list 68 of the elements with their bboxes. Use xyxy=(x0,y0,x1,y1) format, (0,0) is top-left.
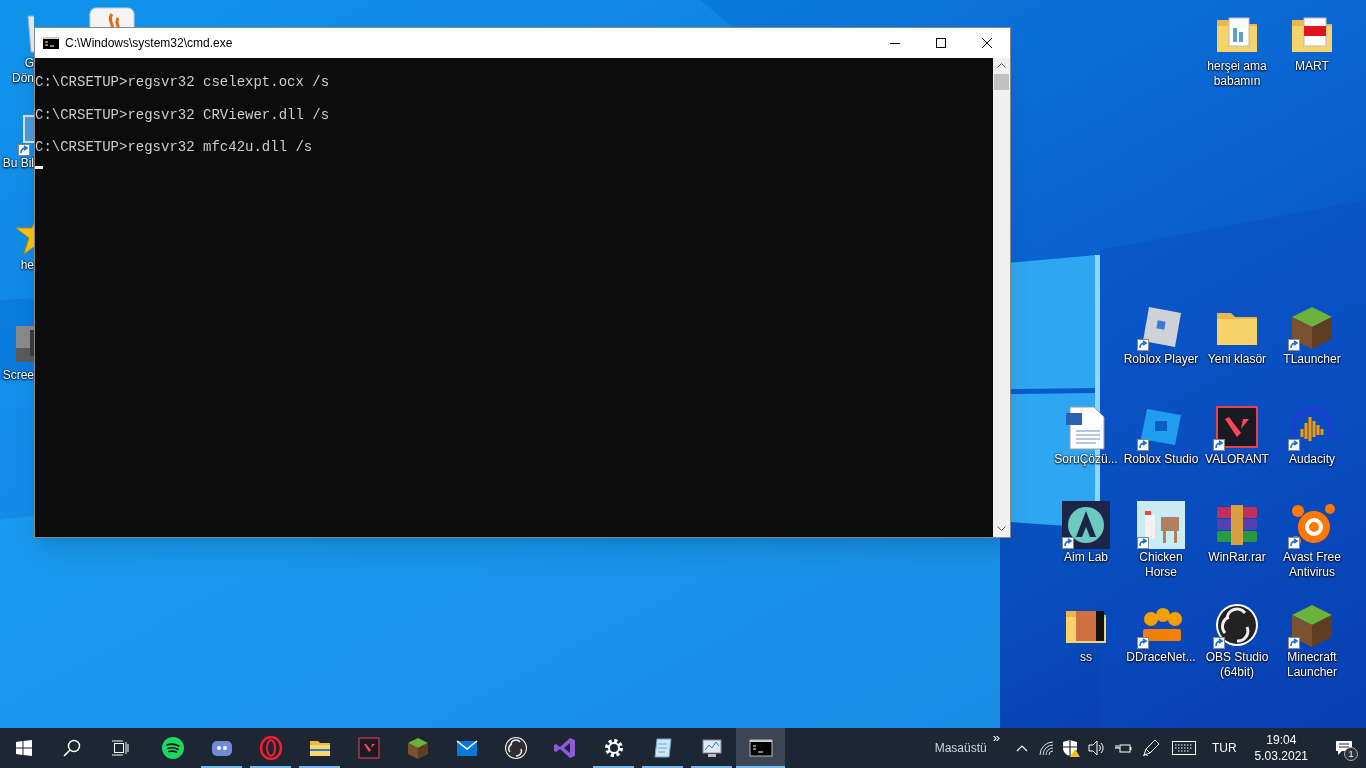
task-view-icon xyxy=(111,740,129,756)
icon-label: herşei ama babamın xyxy=(1206,59,1268,89)
v-logo-icon[interactable] xyxy=(1213,403,1261,451)
notification-button[interactable]: 1 xyxy=(1322,728,1366,768)
running-indicator xyxy=(736,766,785,768)
icon-label: Roblox Studio xyxy=(1123,452,1199,467)
ring-icon xyxy=(258,736,283,760)
icon-label: Chicken Horse xyxy=(1138,550,1184,580)
close-icon xyxy=(982,38,992,48)
language-indicator[interactable]: TUR xyxy=(1211,739,1237,757)
console-icon xyxy=(43,37,59,49)
three-swirl-circle-icon[interactable] xyxy=(1213,601,1261,649)
keyboard-icon[interactable] xyxy=(1171,741,1196,755)
scroll-down-icon[interactable] xyxy=(997,526,1006,532)
icon-label: VALORANT xyxy=(1204,452,1270,467)
circle-arcs-icon xyxy=(160,736,185,760)
app-icon[interactable] xyxy=(88,6,136,27)
toolbar-more[interactable]: » xyxy=(992,728,1000,748)
speaker-icon[interactable] xyxy=(1087,740,1106,756)
pen-icon[interactable] xyxy=(1141,739,1160,757)
icon-label: Aim Lab xyxy=(1063,550,1109,565)
icon-label: OBS Studio (64bit) xyxy=(1204,650,1270,680)
running-indicator xyxy=(593,766,634,768)
icon-label: SoruÇözü... xyxy=(1053,452,1119,467)
window-title: C:\Windows\system32\cmd.exe xyxy=(65,35,234,52)
v-logo-icon xyxy=(356,736,381,760)
chicken-horse-icon[interactable] xyxy=(1137,501,1185,549)
ribbon-icon xyxy=(552,736,577,760)
triangle-logo-icon[interactable] xyxy=(1062,501,1110,549)
icon-label: Audacity xyxy=(1288,452,1336,467)
scrollbar[interactable] xyxy=(993,58,1010,537)
taskbar-app[interactable] xyxy=(736,728,785,768)
scroll-up-icon[interactable] xyxy=(997,62,1006,68)
shield-warning-icon[interactable] xyxy=(1061,739,1080,757)
console-line: C:\CRSETUP>regsvr32 cselexpt.ocx /s xyxy=(35,74,330,91)
icon-label: Bu Bil xyxy=(2,156,34,171)
icon-label: Roblox Player xyxy=(1123,352,1199,367)
scroll-thumb[interactable] xyxy=(994,74,1009,90)
icon-label: Minecraft Launcher xyxy=(1285,650,1338,680)
icon-label: G Dön xyxy=(12,56,34,86)
monitor-chart-icon xyxy=(699,736,724,760)
clock[interactable]: 19:04 5.03.2021 xyxy=(1246,732,1316,764)
running-indicator xyxy=(642,766,683,768)
running-indicator xyxy=(299,766,340,768)
icon-label: TLauncher xyxy=(1282,352,1342,367)
icon-label: DDraceNet... xyxy=(1125,650,1197,665)
console-icon xyxy=(748,736,773,760)
icon-label: MART xyxy=(1294,59,1330,74)
icon-label: Yeni klasör xyxy=(1206,352,1268,367)
icon-label: he xyxy=(20,258,34,273)
running-indicator xyxy=(691,766,732,768)
running-indicator xyxy=(250,766,291,768)
three-swirl-circle-icon xyxy=(503,736,528,760)
icon-label: Scree xyxy=(2,368,34,383)
icon-label: Avast Free Antivirus xyxy=(1282,550,1342,580)
running-indicator xyxy=(201,766,242,768)
chevron-up-icon[interactable] xyxy=(1015,744,1028,752)
console-line: C:\CRSETUP>regsvr32 CRViewer.dll /s xyxy=(35,106,330,123)
icon-label: WinRar.rar xyxy=(1207,550,1267,565)
search-icon xyxy=(63,739,81,757)
windows-logo-icon xyxy=(16,740,32,756)
console-line: C:\CRSETUP>regsvr32 mfc42u.dll /s xyxy=(35,139,313,156)
grass-block-icon xyxy=(405,736,430,760)
text-cursor xyxy=(35,166,43,170)
wifi-icon[interactable] xyxy=(1037,740,1054,756)
toolbar-label[interactable]: Masaüstü xyxy=(934,739,987,757)
icon-label: ss xyxy=(1079,650,1093,665)
maximize-icon xyxy=(936,38,946,48)
